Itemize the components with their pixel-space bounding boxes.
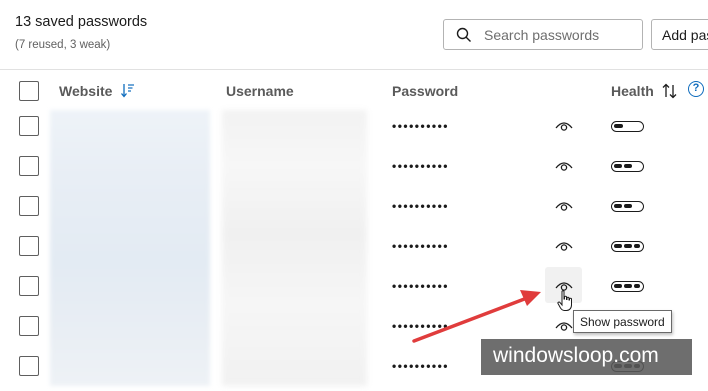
watermark: windowsloop.com bbox=[481, 339, 692, 375]
arrow-annotation bbox=[412, 290, 541, 343]
